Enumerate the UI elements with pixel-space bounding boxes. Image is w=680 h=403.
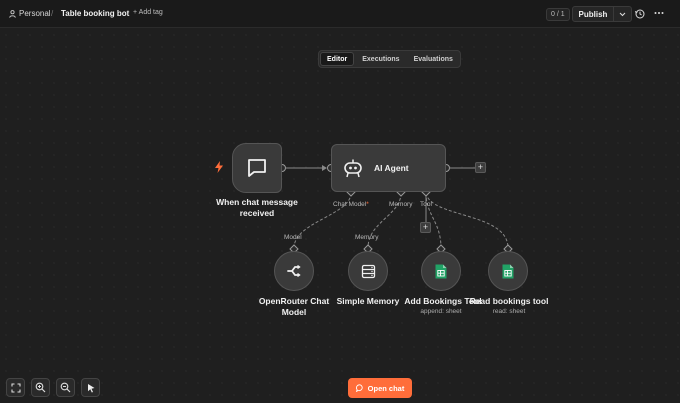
simple-memory-label: Simple Memory [336,296,400,306]
workflow-editor: Personal / Table booking bot + Add tag 0… [0,0,680,403]
memory-sub-label: Memory [355,234,379,241]
fit-view-button[interactable] [6,378,25,397]
openrouter-label-line1: OpenRouter Chat [258,296,330,306]
openrouter-icon [287,264,301,278]
chat-model-port-text: Chat Model [333,201,367,208]
tool-connection-read [425,192,509,249]
robot-icon [344,159,362,178]
sheets-icon [435,264,447,278]
memory-port-label: Memory [389,201,413,208]
ai-agent-label: AI Agent [374,163,409,173]
memory-icon [361,264,375,278]
zoom-out-button[interactable] [56,378,75,397]
add-node-button[interactable]: + [475,162,486,173]
ai-agent-node[interactable]: AI Agent [331,144,446,192]
open-chat-label: Open chat [367,383,405,393]
chat-trigger-label: When chat message received [206,197,308,219]
add-bookings-node[interactable] [421,251,461,291]
chat-model-port-label: Chat Model* [333,201,369,208]
model-sub-label: Model [284,234,302,241]
zoom-in-icon [35,382,46,393]
chat-icon [248,159,266,177]
openrouter-label-line2: Model [281,307,307,317]
read-bookings-node[interactable] [488,251,528,291]
chat-trigger-label-line2: received [239,208,275,218]
connection-arrow [322,165,327,171]
simple-memory-node[interactable] [348,251,388,291]
required-mark: * [366,201,369,208]
tool-port-label: Tool [420,201,432,208]
sheets-icon [502,264,514,278]
zoom-in-button[interactable] [31,378,50,397]
add-bookings-subtitle: append: sheet [420,308,462,315]
fit-view-icon [10,382,21,393]
add-tool-button[interactable]: + [420,222,431,233]
chat-trigger-node[interactable] [232,143,282,193]
bolt-icon [215,161,223,173]
pointer-icon [87,383,94,392]
read-bookings-label: Read bookings tool [469,296,549,306]
openrouter-node[interactable] [274,251,314,291]
select-tool-button[interactable] [81,378,100,397]
chat-bubble-icon [355,384,363,392]
zoom-out-icon [60,382,71,393]
robot-icon-wrap [340,155,366,181]
chat-trigger-label-line1: When chat message [216,197,298,207]
open-chat-button[interactable]: Open chat [348,378,412,398]
openrouter-label: OpenRouter Chat Model [250,296,338,318]
read-bookings-subtitle: read: sheet [492,308,526,315]
